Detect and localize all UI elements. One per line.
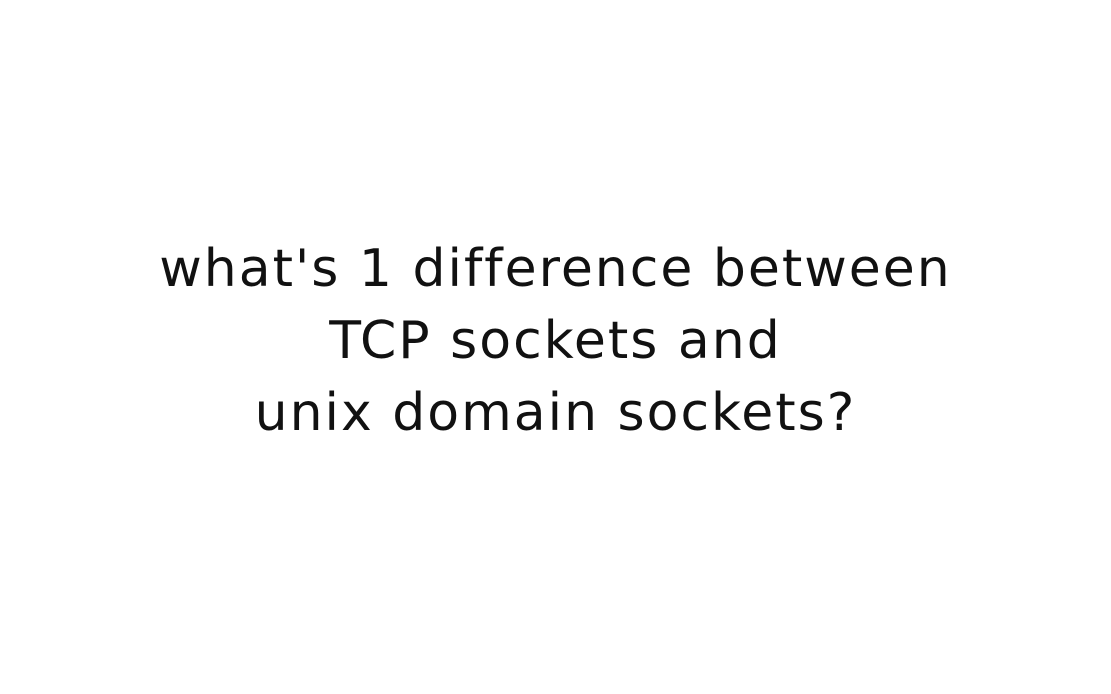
question-line-1: what's 1 difference between (159, 239, 952, 299)
question-line-3: unix domain sockets? (254, 383, 857, 443)
question-text: what's 1 difference between TCP sockets … (159, 233, 952, 449)
slide: what's 1 difference between TCP sockets … (0, 0, 1111, 694)
question-line-2: TCP sockets and (329, 311, 782, 371)
